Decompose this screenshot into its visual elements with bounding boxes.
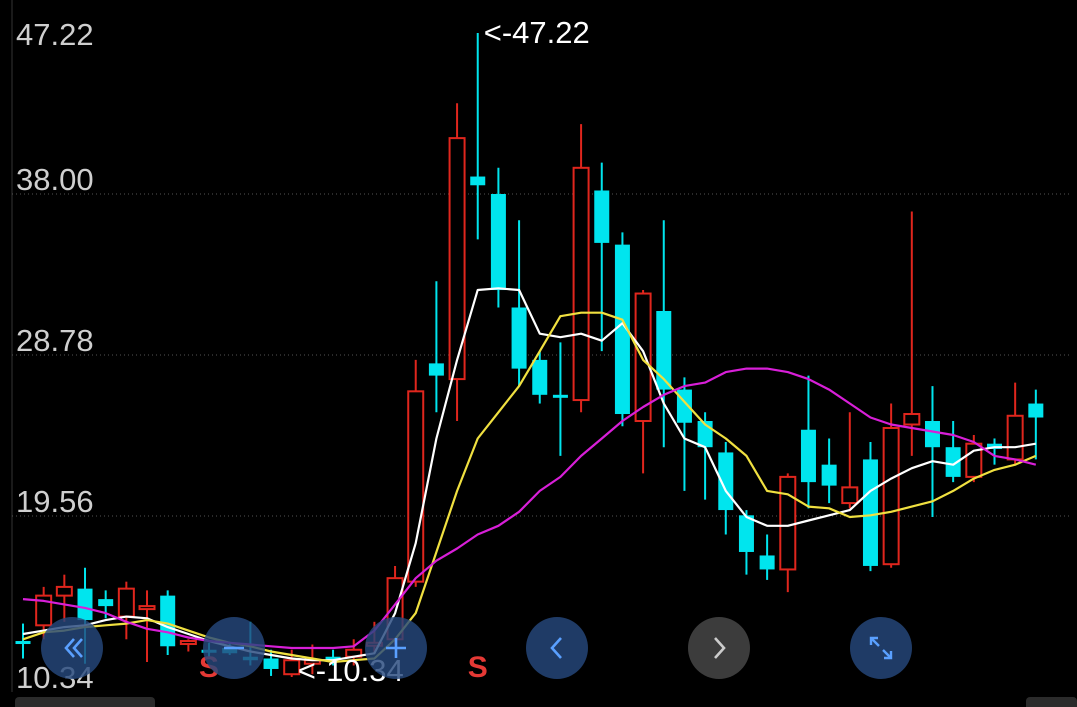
candle-body xyxy=(903,413,921,426)
bottom-indicator-strip xyxy=(0,692,1077,707)
candle-body xyxy=(77,588,93,621)
minus-icon xyxy=(224,646,244,650)
y-tick-label: 28.78 xyxy=(16,323,94,358)
candle-body xyxy=(407,390,425,583)
candle-body xyxy=(511,307,527,369)
plus-icon xyxy=(386,638,406,658)
candle-body xyxy=(821,464,837,486)
candle-body xyxy=(965,442,983,478)
chart-plot: 47.2238.0028.7819.5610.34<-47.22<-10.34 S… xyxy=(11,0,1070,695)
candle-body xyxy=(738,515,754,552)
price-annotation: <-47.22 xyxy=(484,15,590,50)
y-tick-label: 19.56 xyxy=(16,484,94,519)
candlestick-chart[interactable]: 47.22 38.00 28.78 19.56 10.34 <-47.22 <-10.34 S… xyxy=(0,0,1077,707)
sell-signal-marker: S xyxy=(468,651,488,684)
y-tick-label: 38.00 xyxy=(16,162,94,197)
bottom-tab[interactable] xyxy=(15,697,155,707)
candle-body xyxy=(98,599,114,607)
candle-body xyxy=(862,459,878,566)
candle-body xyxy=(179,640,197,646)
candle-body xyxy=(552,394,568,398)
candle-body xyxy=(15,641,31,645)
candle-body xyxy=(532,359,548,395)
bottom-tab-right[interactable] xyxy=(1026,697,1077,707)
candle-body xyxy=(263,658,279,669)
candle-body xyxy=(55,585,73,597)
candle-body xyxy=(800,429,816,483)
candle-body xyxy=(117,587,135,618)
candle-body xyxy=(841,486,859,505)
expand-icon xyxy=(869,636,893,660)
candle-body xyxy=(572,166,590,402)
candle-body xyxy=(138,605,156,611)
candle-body xyxy=(594,190,610,243)
zoom-in-button[interactable] xyxy=(365,617,427,679)
expand-button[interactable] xyxy=(850,617,912,679)
chevron-right-icon xyxy=(714,637,726,659)
candle-body xyxy=(759,555,775,570)
double-chevron-left-icon xyxy=(64,638,83,658)
candle-body xyxy=(470,176,486,186)
rewind-button[interactable] xyxy=(41,617,103,679)
candle-body xyxy=(428,363,444,376)
candle-body xyxy=(1006,414,1024,461)
next-button[interactable] xyxy=(688,617,750,679)
y-tick-label: 47.22 xyxy=(16,17,94,52)
chevron-left-icon xyxy=(550,637,562,659)
candle-body xyxy=(924,421,940,448)
candle-body xyxy=(882,426,900,566)
candle-body xyxy=(490,194,506,291)
candle-body xyxy=(634,292,652,423)
candle-body xyxy=(779,475,797,571)
prev-button[interactable] xyxy=(526,617,588,679)
zoom-out-button[interactable] xyxy=(203,617,265,679)
candle-body xyxy=(160,595,176,647)
candle-body xyxy=(1028,403,1044,418)
